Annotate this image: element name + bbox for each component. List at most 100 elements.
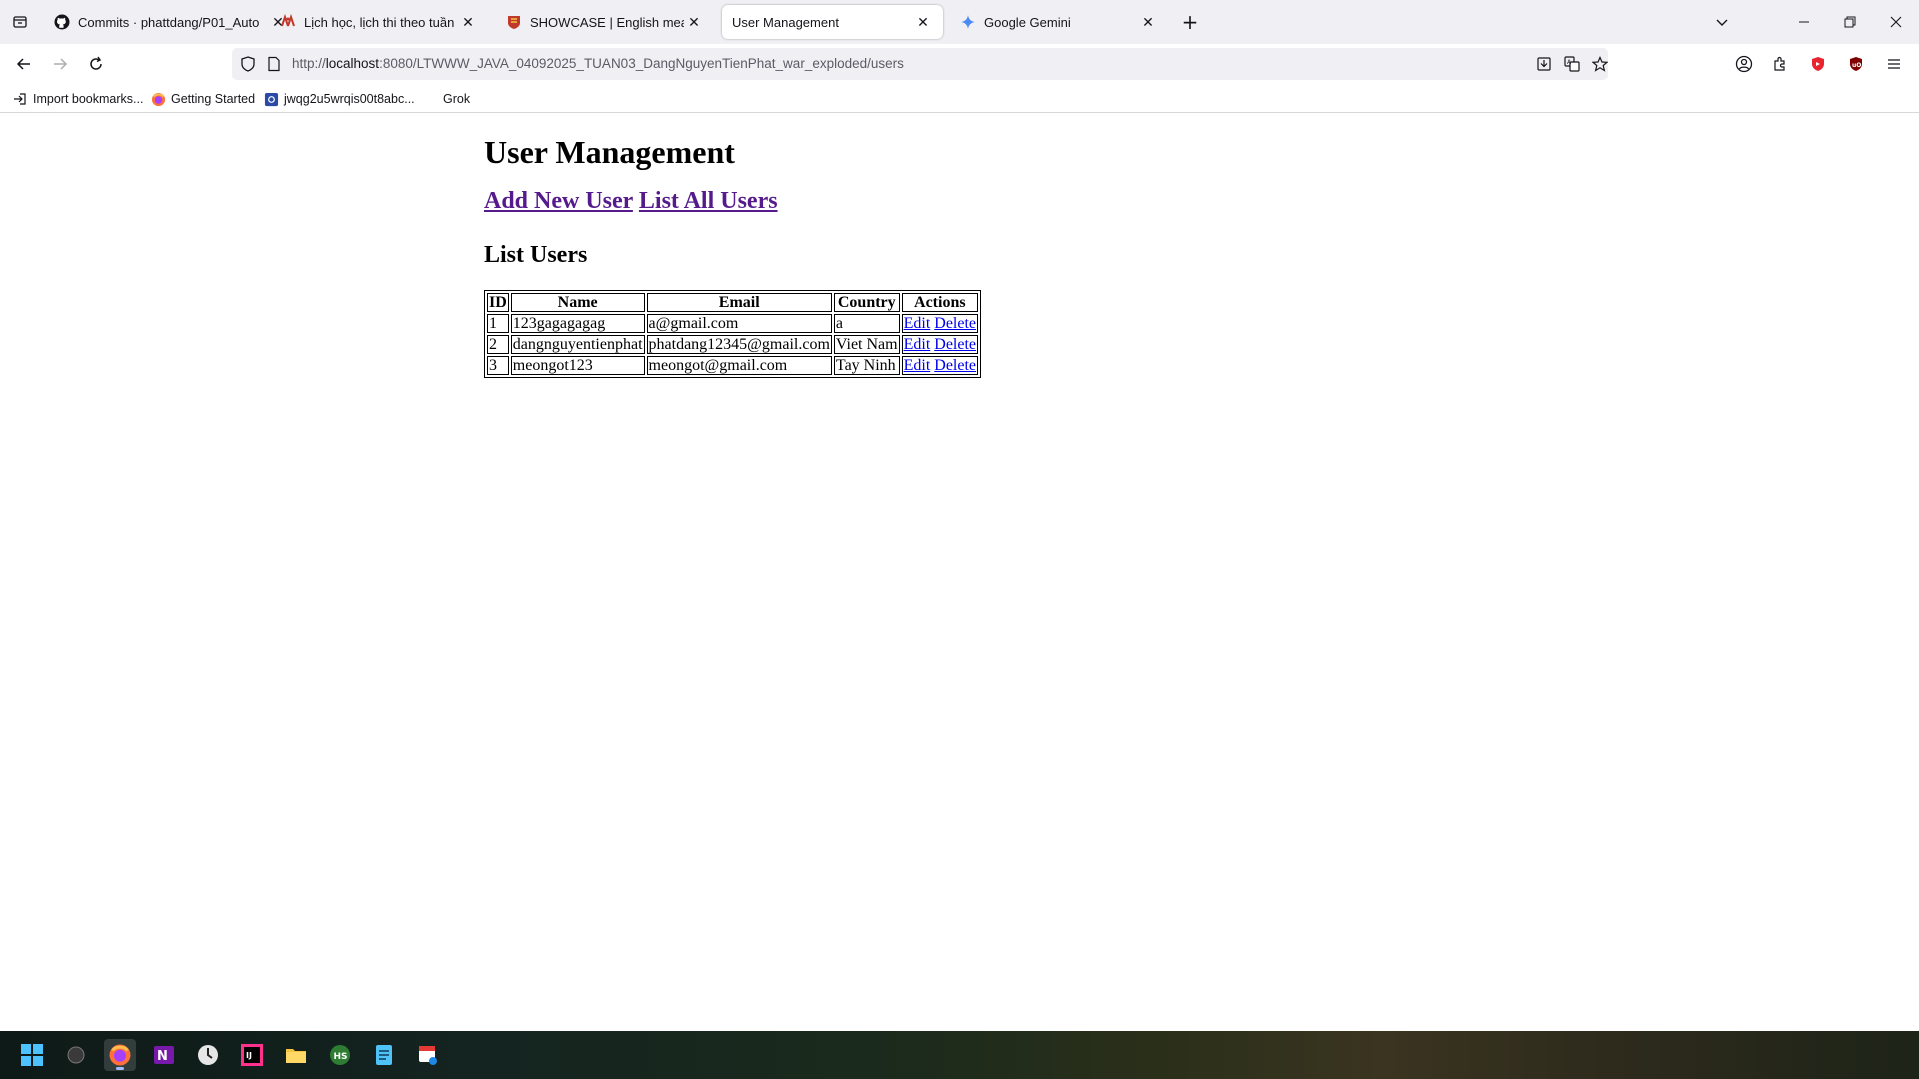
start-button[interactable] [16, 1039, 48, 1071]
tab-google-gemini[interactable]: Google Gemini ✕ [950, 5, 1168, 39]
svg-text:N: N [157, 1049, 168, 1064]
list-all-tabs-button[interactable] [1706, 6, 1738, 38]
cell-id: 3 [487, 356, 509, 375]
extensions-button[interactable] [1764, 48, 1796, 80]
reload-icon [90, 56, 102, 70]
tracking-protection-icon[interactable] [238, 54, 258, 74]
translate-icon[interactable]: A [1562, 54, 1582, 74]
search-icon [67, 1046, 85, 1064]
users-table: ID Name Email Country Actions 1 123gagag… [484, 290, 982, 378]
close-window-button[interactable] [1880, 6, 1912, 38]
taskbar-snipping-tool[interactable] [412, 1039, 444, 1071]
taskbar-firefox[interactable] [104, 1039, 136, 1071]
ublock-extension-button[interactable] [1802, 48, 1834, 80]
forward-button[interactable] [44, 48, 76, 80]
grok-icon [422, 91, 438, 107]
notepad-icon [376, 1045, 392, 1065]
taskbar-hs-app[interactable]: HS [324, 1039, 356, 1071]
edit-user-link[interactable]: Edit [904, 357, 931, 374]
cambridge-icon [506, 14, 522, 30]
install-page-icon[interactable] [1534, 54, 1554, 74]
url-prefix: http:// [292, 56, 326, 71]
bookmark-grok[interactable]: Grok [422, 89, 470, 109]
table-row: 3 meongot123 meongot@gmail.com Tay Ninh … [487, 356, 979, 375]
tab-showcase[interactable]: SHOWCASE | English meaning - ✕ [496, 5, 714, 39]
ublock-origin-icon: uO [1850, 57, 1862, 71]
taskbar-intellij[interactable]: IJ [236, 1039, 268, 1071]
close-tab-icon[interactable]: ✕ [1138, 12, 1158, 32]
tab-github-commits[interactable]: Commits · phattdang/P01_Auto ✕ [44, 5, 298, 39]
tab-title: Lịch học, lịch thi theo tuần [304, 14, 455, 30]
navigation-toolbar: http://localhost:8080/LTWWW_JAVA_0409202… [0, 44, 1919, 85]
tab-title: User Management [732, 14, 839, 30]
bookmark-label: Import bookmarks... [33, 92, 144, 106]
column-header-name: Name [510, 293, 645, 312]
reload-button[interactable] [80, 48, 112, 80]
bookmark-label: jwqg2u5wrqis00t8abc... [284, 92, 415, 106]
account-icon [1735, 55, 1753, 73]
close-tab-icon[interactable]: ✕ [458, 12, 478, 32]
url-path: :8080/LTWWW_JAVA_04092025_TUAN03_DangNgu… [379, 56, 904, 71]
taskbar-notepad[interactable] [368, 1039, 400, 1071]
delete-user-link[interactable]: Delete [934, 336, 976, 353]
delete-user-link[interactable]: Delete [934, 315, 976, 332]
cell-actions: Edit Delete [901, 314, 979, 333]
page-title: User Management [484, 134, 735, 170]
taskbar-onenote[interactable]: N [148, 1039, 180, 1071]
svg-text:uO: uO [1852, 62, 1861, 69]
bookmarks-toolbar: Import bookmarks... Getting Started jwqg… [0, 85, 1919, 113]
firefox-view-button[interactable] [4, 6, 36, 38]
chevron-down-icon [1716, 19, 1728, 26]
cell-country: Tay Ninh [833, 356, 900, 375]
cell-country: a [833, 314, 900, 333]
hs-app-icon: HS [330, 1045, 350, 1065]
tab-title: SHOWCASE | English meaning - [530, 14, 684, 30]
address-bar[interactable]: http://localhost:8080/LTWWW_JAVA_0409202… [232, 48, 1608, 80]
page-nav-links: Add New User List All Users [484, 188, 778, 215]
close-tab-icon[interactable]: ✕ [913, 12, 933, 32]
cell-actions: Edit Delete [901, 335, 979, 354]
table-row: 2 dangnguyentienphat phatdang12345@gmail… [487, 335, 979, 354]
minimize-button[interactable] [1788, 6, 1820, 38]
shield-red-icon [1812, 57, 1824, 71]
list-all-users-link[interactable]: List All Users [639, 188, 778, 214]
page-content: User Management Add New User List All Us… [0, 114, 1919, 1031]
add-new-user-link[interactable]: Add New User [484, 188, 633, 214]
close-tab-icon[interactable]: ✕ [684, 12, 704, 32]
taskbar-file-explorer[interactable] [280, 1039, 312, 1071]
tab-user-management[interactable]: User Management ✕ [722, 5, 943, 39]
intellij-icon: IJ [241, 1044, 263, 1066]
firefox-view-icon [13, 16, 27, 28]
bookmark-site[interactable]: jwqg2u5wrqis00t8abc... [263, 89, 415, 109]
cell-name: meongot123 [510, 356, 645, 375]
url-text[interactable]: http://localhost:8080/LTWWW_JAVA_0409202… [292, 56, 904, 71]
cell-country: Viet Nam [833, 335, 900, 354]
snipping-tool-icon [419, 1046, 437, 1065]
new-tab-button[interactable]: + [1174, 6, 1206, 38]
bookmark-star-icon[interactable] [1590, 54, 1610, 74]
windows-start-icon [21, 1044, 43, 1066]
firefox-icon [109, 1044, 131, 1066]
search-button[interactable] [60, 1039, 92, 1071]
cell-email: phatdang12345@gmail.com [646, 335, 832, 354]
bookmark-import[interactable]: Import bookmarks... [12, 89, 143, 109]
bookmark-getting-started[interactable]: Getting Started [150, 89, 255, 109]
bookmark-label: Getting Started [171, 92, 256, 106]
delete-user-link[interactable]: Delete [934, 357, 976, 374]
back-button[interactable] [8, 48, 40, 80]
taskbar-clock[interactable] [192, 1039, 224, 1071]
edit-user-link[interactable]: Edit [904, 315, 931, 332]
app-menu-button[interactable] [1878, 48, 1910, 80]
column-header-email: Email [646, 293, 832, 312]
tab-lich-hoc[interactable]: Lịch học, lịch thi theo tuần ✕ [270, 5, 488, 39]
github-icon [54, 14, 70, 30]
cell-id: 1 [487, 314, 509, 333]
page-info-icon[interactable] [264, 54, 284, 74]
restore-button[interactable] [1834, 6, 1866, 38]
hamburger-menu-icon [1888, 59, 1900, 69]
ublock-origin-button[interactable]: uO [1840, 48, 1872, 80]
forward-arrow-icon [54, 58, 68, 70]
list-users-heading: List Users [484, 242, 588, 268]
edit-user-link[interactable]: Edit [904, 336, 931, 353]
account-button[interactable] [1728, 48, 1760, 80]
